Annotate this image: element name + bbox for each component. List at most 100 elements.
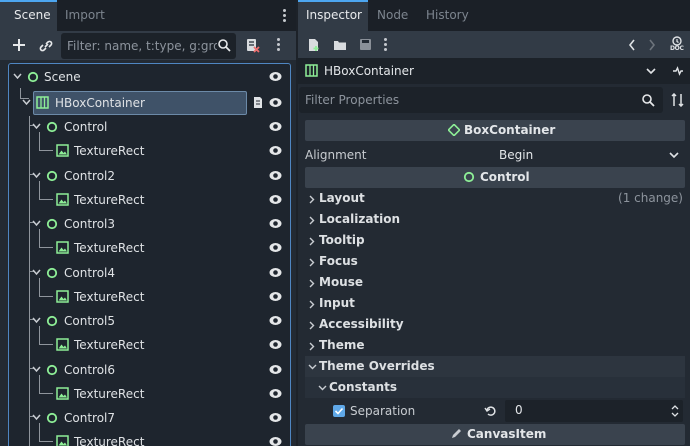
visibility-eye-icon[interactable] (269, 315, 282, 326)
search-icon (218, 39, 231, 52)
chevron-down-icon[interactable] (32, 317, 41, 324)
category-tooltip[interactable]: Tooltip (305, 230, 685, 251)
section-canvasitem[interactable]: CanvasItem (305, 424, 685, 445)
instantiate-link-icon[interactable] (39, 39, 53, 53)
node-options-icon[interactable] (672, 66, 684, 76)
visibility-eye-icon[interactable] (269, 339, 282, 350)
chevron-right-icon (309, 342, 315, 351)
category-mouse[interactable]: Mouse (305, 272, 685, 293)
chevron-down-icon[interactable] (22, 99, 31, 106)
tree-row-label: TextureRect (74, 387, 145, 401)
inspector-options-icon[interactable] (381, 37, 389, 53)
visibility-eye-icon[interactable] (269, 267, 282, 278)
control-circle-icon (463, 171, 475, 183)
visibility-eye-icon[interactable] (269, 388, 282, 399)
alignment-dropdown[interactable]: Begin (491, 143, 683, 167)
texture-rect-icon (56, 144, 69, 157)
category-label: Localization (319, 212, 401, 226)
visibility-eye-icon[interactable] (269, 242, 282, 253)
visibility-eye-icon[interactable] (269, 218, 282, 229)
category-label: Theme (319, 338, 365, 352)
visibility-eye-icon[interactable] (269, 364, 282, 375)
tree-row-control3[interactable]: Control3 (9, 212, 290, 236)
tree-row-label: HBoxContainer (55, 96, 145, 110)
visibility-eye-icon[interactable] (269, 291, 282, 302)
tab-node[interactable]: Node (377, 0, 408, 31)
tree-row-scene[interactable]: Scene (9, 65, 290, 89)
separation-spinbox[interactable]: 0 (505, 400, 683, 422)
tree-row-control4[interactable]: Control4 (9, 261, 290, 285)
history-forward-icon[interactable] (648, 39, 656, 51)
open-folder-icon[interactable] (333, 39, 347, 51)
doc-button[interactable]: DOC (670, 35, 684, 55)
save-icon[interactable] (359, 38, 372, 51)
tree-row-texturerect[interactable]: TextureRect (9, 236, 290, 260)
tree-row-texturerect[interactable]: TextureRect (9, 188, 290, 212)
scene-options-icon[interactable] (274, 37, 282, 53)
scene-tabbar: Scene Import (0, 0, 296, 31)
separation-checkbox[interactable] (333, 405, 345, 417)
tree-row-texturerect[interactable]: TextureRect (9, 382, 290, 406)
spin-arrows-icon[interactable] (671, 404, 679, 418)
tree-row-hboxcontainer[interactable]: HBoxContainer (9, 91, 290, 115)
category-theme[interactable]: Theme (305, 335, 685, 356)
visibility-eye-icon[interactable] (269, 412, 282, 423)
category-theme-overrides[interactable]: Theme Overrides (305, 356, 685, 377)
visibility-eye-icon[interactable] (269, 194, 282, 205)
chevron-down-icon[interactable] (32, 366, 41, 373)
tree-row-control6[interactable]: Control6 (9, 358, 290, 382)
node-path-selector[interactable]: HBoxContainer (298, 58, 690, 84)
chevron-down-icon[interactable] (13, 73, 22, 80)
tab-history[interactable]: History (426, 0, 469, 31)
tab-inspector[interactable]: Inspector (298, 0, 368, 31)
tree-row-texturerect[interactable]: TextureRect (9, 139, 290, 163)
new-resource-icon[interactable] (307, 38, 320, 52)
category-label: Input (319, 296, 355, 310)
script-icon[interactable] (252, 96, 263, 109)
visibility-eye-icon[interactable] (269, 121, 282, 132)
subcategory-constants[interactable]: Constants (305, 377, 685, 398)
history-back-icon[interactable] (628, 39, 636, 51)
category-label: Tooltip (319, 233, 365, 247)
chevron-down-icon[interactable] (646, 68, 656, 75)
section-boxcontainer[interactable]: BoxContainer (305, 120, 685, 141)
visibility-eye-icon[interactable] (269, 170, 282, 181)
tab-import[interactable]: Import (65, 0, 105, 31)
chevron-down-icon[interactable] (32, 123, 41, 130)
filter-script-icon[interactable] (245, 38, 260, 53)
category-input[interactable]: Input (305, 293, 685, 314)
tab-scene[interactable]: Scene (0, 0, 57, 31)
tree-row-texturerect[interactable]: TextureRect (9, 285, 290, 309)
visibility-eye-icon[interactable] (269, 436, 282, 446)
chevron-down-icon[interactable] (32, 220, 41, 227)
tree-row-control7[interactable]: Control7 (9, 406, 290, 430)
tree-row-texturerect[interactable]: TextureRect (9, 333, 290, 357)
filter-properties-input[interactable]: Filter Properties (299, 87, 663, 113)
filter-properties-row: Filter Properties (298, 87, 690, 113)
chevron-down-icon[interactable] (32, 172, 41, 179)
chevron-down-icon[interactable] (32, 414, 41, 421)
chevron-down-icon[interactable] (32, 269, 41, 276)
tree-row-texturerect[interactable]: TextureRect (9, 430, 290, 446)
tree-row-label: Control4 (64, 266, 116, 280)
tree-row-control[interactable]: Control (9, 115, 290, 139)
tree-row-control5[interactable]: Control5 (9, 309, 290, 333)
category-focus[interactable]: Focus (305, 251, 685, 272)
tree-row-control2[interactable]: Control2 (9, 164, 290, 188)
filter-properties-placeholder: Filter Properties (305, 93, 400, 107)
revert-icon[interactable] (484, 405, 496, 417)
category-localization[interactable]: Localization (305, 209, 685, 230)
control-circle-icon (46, 364, 58, 376)
category-layout[interactable]: Layout (1 change) (305, 188, 685, 209)
scene-dock-menu-icon[interactable] (280, 8, 288, 24)
sort-properties-icon[interactable] (671, 93, 684, 107)
add-node-icon[interactable] (12, 38, 26, 52)
category-accessibility[interactable]: Accessibility (305, 314, 685, 335)
scene-filter-input[interactable]: Filter: name, t:type, g:grou (61, 33, 236, 59)
category-label: Focus (319, 254, 358, 268)
section-title: Control (480, 170, 530, 184)
visibility-eye-icon[interactable] (269, 145, 282, 156)
section-control[interactable]: Control (305, 167, 685, 188)
visibility-eye-icon[interactable] (269, 71, 282, 82)
visibility-eye-icon[interactable] (269, 97, 282, 108)
